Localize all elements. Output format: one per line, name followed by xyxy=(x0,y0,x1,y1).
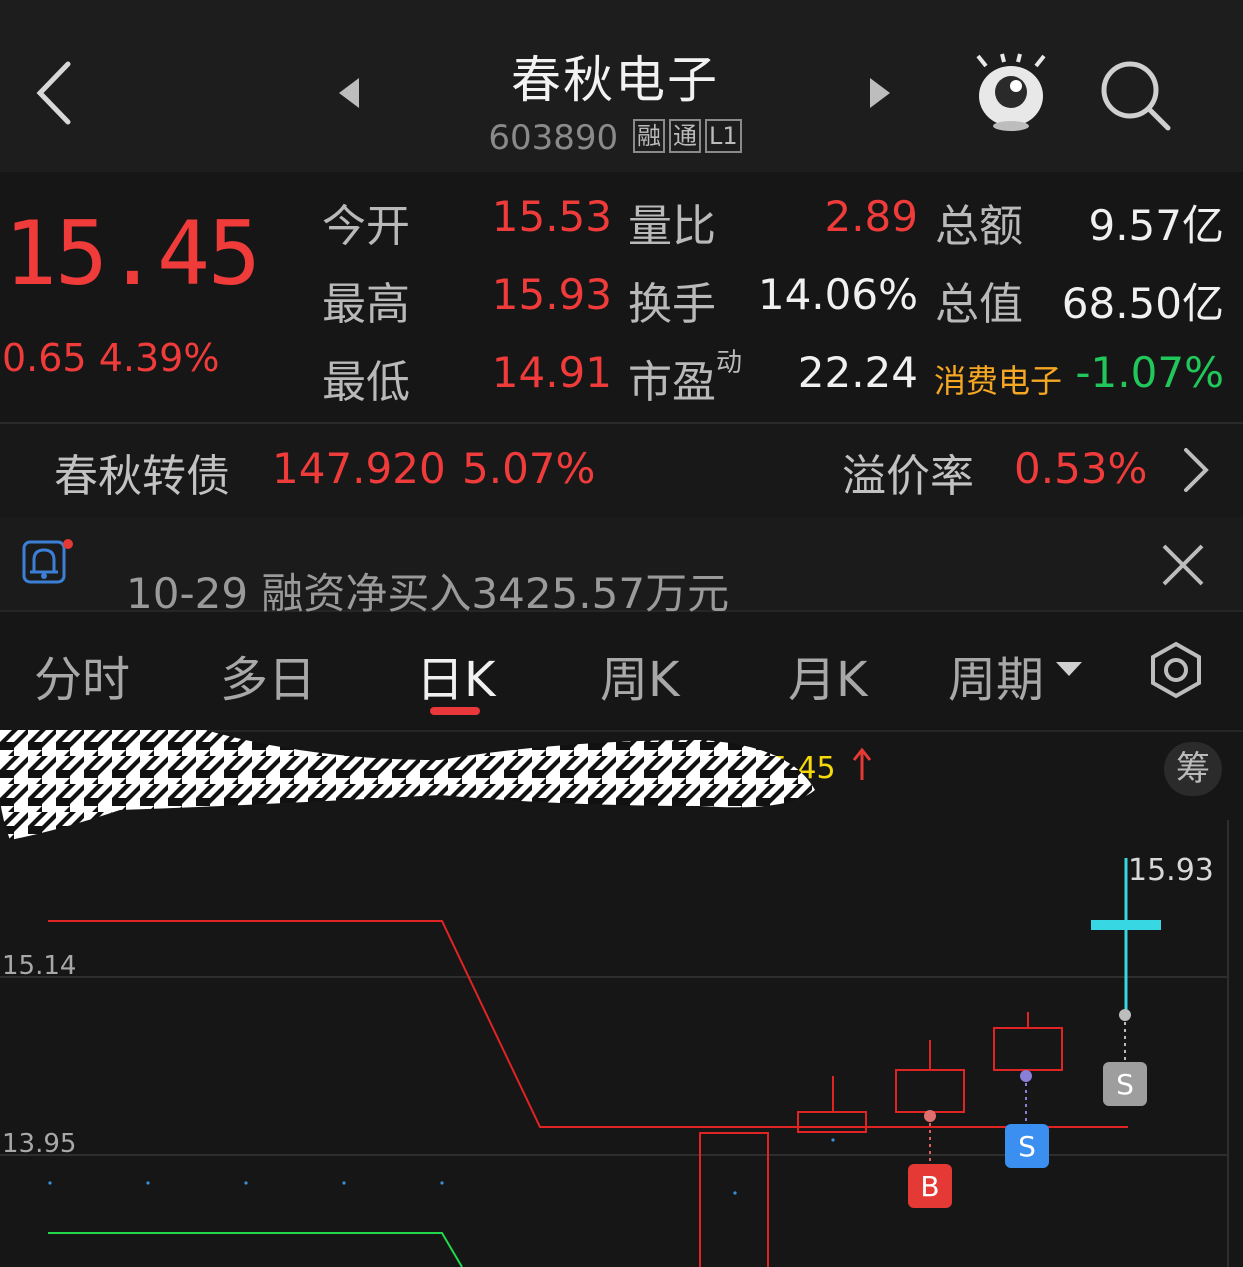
turnover-amount-label: 总额 xyxy=(935,201,1023,252)
sell-marker-2-label: S xyxy=(1116,1068,1134,1101)
close-icon[interactable] xyxy=(1160,542,1206,588)
search-icon[interactable] xyxy=(1098,58,1172,132)
candle-1 xyxy=(699,1132,769,1267)
pe-dynamic-mark: 动 xyxy=(716,348,743,379)
change-amount: 0.65 xyxy=(2,336,87,380)
turnover-rate-value: 14.06% xyxy=(757,270,918,319)
pe-label-text: 市盈 xyxy=(628,357,716,408)
turnover-amount-value: 9.57亿 xyxy=(1088,201,1224,250)
high-value: 15.93 xyxy=(491,270,612,319)
y-label-upper: 15.14 xyxy=(2,951,76,981)
active-tab-indicator xyxy=(430,707,480,715)
candle-2 xyxy=(797,1111,867,1133)
indicator-line-red xyxy=(48,920,1128,1128)
volume-ratio-label: 量比 xyxy=(628,201,716,252)
connect-tag: 通 xyxy=(668,118,701,153)
chip-distribution-button[interactable]: 筹 xyxy=(1164,742,1222,796)
volume-ratio-value: 2.89 xyxy=(824,192,918,241)
open-value: 15.53 xyxy=(491,192,612,241)
candle-5 xyxy=(1091,920,1161,930)
dotted-guide xyxy=(48,1138,835,1195)
level1-tag: L1 xyxy=(704,118,742,153)
market-cap-label: 总值 xyxy=(935,279,1023,330)
max-price-label: 15.93 xyxy=(1128,853,1214,888)
pe-ratio-value: 22.24 xyxy=(797,348,918,397)
previous-stock-icon[interactable] xyxy=(335,76,363,110)
tab-weekly-k[interactable]: 周K xyxy=(600,640,679,710)
bell-notification-icon xyxy=(22,539,73,584)
bond-price: 147.920 xyxy=(272,444,446,493)
candle-4 xyxy=(993,1027,1063,1071)
pe-ratio-label: 市盈动 xyxy=(628,346,742,410)
tab-multi-day[interactable]: 多日 xyxy=(220,640,316,710)
stock-code: 603890 xyxy=(488,118,619,158)
sector-change[interactable]: -1.07% xyxy=(1064,348,1224,397)
dropdown-arrow-icon[interactable] xyxy=(1054,660,1084,678)
current-price: 15.45 xyxy=(4,202,261,305)
indicator-line-green xyxy=(48,1232,463,1267)
mascot-assistant-icon[interactable] xyxy=(972,52,1050,134)
settings-hexagon-icon[interactable] xyxy=(1146,640,1206,700)
tab-daily-k[interactable]: 日K xyxy=(416,640,495,710)
turnover-rate-label: 换手 xyxy=(628,279,716,330)
high-label: 最高 xyxy=(322,279,410,330)
next-stock-icon[interactable] xyxy=(866,76,894,110)
period-label: 周期 xyxy=(948,652,1045,708)
buy-marker-label: B xyxy=(920,1170,939,1203)
margin-tag: 融 xyxy=(632,118,665,153)
change-percent: 4.39% xyxy=(98,336,220,380)
open-label: 今开 xyxy=(322,201,410,252)
price-change: 0.65 4.39% xyxy=(2,336,219,380)
kline-chart[interactable]: 15.14 13.95 15.93 B S S 高: 15.45 xyxy=(0,730,1243,1267)
market-cap-value: 68.50亿 xyxy=(1061,279,1224,328)
chevron-right-icon[interactable] xyxy=(1180,446,1210,494)
y-label-lower: 13.95 xyxy=(2,1129,76,1159)
candle-3 xyxy=(895,1069,965,1113)
tab-monthly-k[interactable]: 月K xyxy=(788,640,867,710)
premium-rate-label: 溢价率 xyxy=(842,451,974,502)
bond-change: 5.07% xyxy=(462,444,596,493)
sell-marker-1-label: S xyxy=(1018,1130,1036,1163)
sector-name[interactable]: 消费电子 xyxy=(934,356,1062,402)
tab-intraday[interactable]: 分时 xyxy=(34,640,130,710)
back-arrow-icon[interactable] xyxy=(30,58,80,128)
up-arrow-icon xyxy=(852,747,872,780)
tab-period[interactable]: 周期 xyxy=(948,640,1044,710)
premium-rate-value: 0.53% xyxy=(1014,444,1148,493)
stock-code-row: 603890 融通 L1 xyxy=(380,118,850,158)
stock-name: 春秋电子 xyxy=(511,51,719,109)
low-value: 14.91 xyxy=(491,348,612,397)
redaction-scribble xyxy=(0,730,815,840)
low-label: 最低 xyxy=(322,357,410,408)
bond-name: 春秋转债 xyxy=(54,451,230,502)
